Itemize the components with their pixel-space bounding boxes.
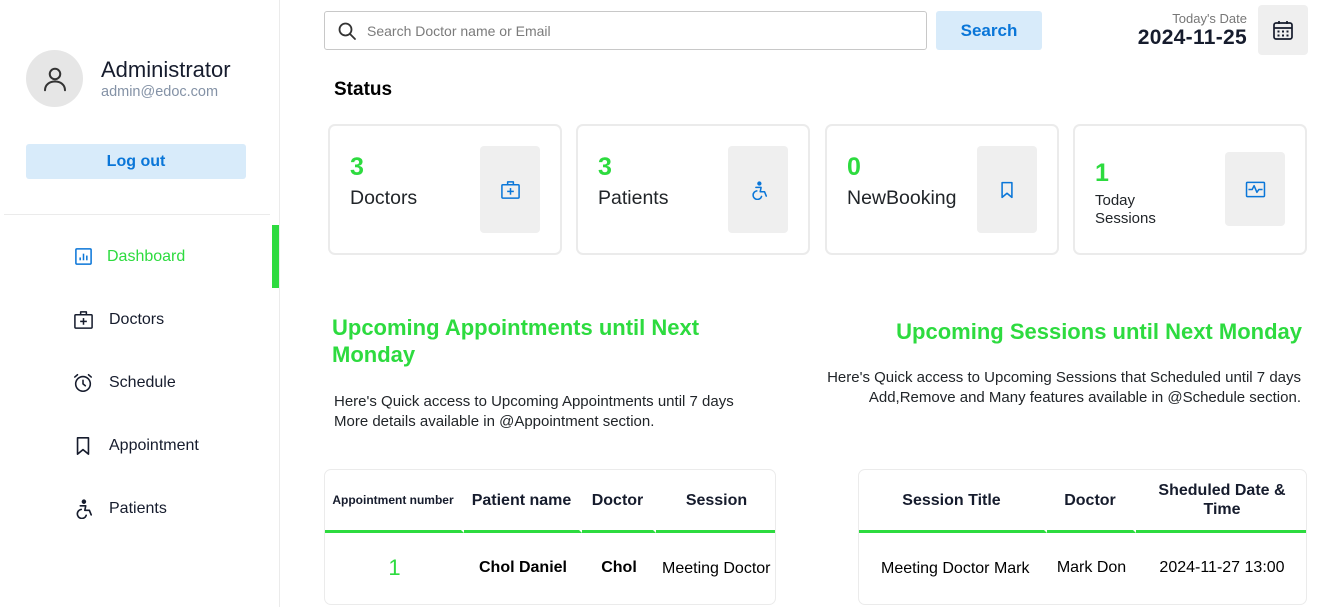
sidebar-item-label: Doctors — [109, 310, 165, 328]
status-label: Today Sessions — [1095, 192, 1156, 227]
column-header: Session Title — [859, 470, 1047, 533]
logout-button[interactable]: Log out — [26, 144, 246, 179]
search-button[interactable]: Search — [936, 11, 1042, 50]
status-card-patients: 3 Patients — [576, 124, 810, 255]
bookmark-icon — [1001, 181, 1013, 198]
avatar — [26, 50, 83, 107]
sessions-heading: Upcoming Sessions until Next Monday — [896, 319, 1302, 344]
dashboard-icon — [72, 246, 94, 268]
appointments-table: Appointment number Patient name Doctor S… — [324, 469, 776, 605]
column-header: Patient name — [464, 470, 582, 533]
profile-email: admin@edoc.com — [101, 83, 219, 100]
sidebar-item-label: Schedule — [109, 373, 176, 391]
sessions-desc-line: Add,Remove and Many features available i… — [868, 389, 1301, 406]
patient-name: Chol Daniel — [478, 559, 567, 576]
status-icon-box — [1225, 152, 1285, 226]
user-icon — [43, 67, 66, 91]
appointment-number: 1 — [388, 555, 401, 580]
status-icon-box — [728, 146, 788, 233]
status-icon-box — [480, 146, 540, 233]
active-indicator — [272, 225, 279, 288]
status-count: 1 — [1095, 159, 1109, 187]
accessibility-icon — [751, 180, 767, 200]
sidebar-item-dashboard[interactable]: Dashboard — [0, 225, 280, 288]
calendar-button[interactable] — [1258, 5, 1308, 55]
medical-bag-icon — [500, 181, 520, 199]
appointments-desc-line: Here's Quick access to Upcoming Appointm… — [334, 393, 734, 410]
sidebar-item-patients[interactable]: Patients — [0, 477, 280, 540]
calendar-icon — [1273, 21, 1293, 40]
sessions-table: Session Title Doctor Sheduled Date & Tim… — [858, 469, 1307, 605]
status-count: 3 — [350, 153, 364, 181]
session-title: Meeting Doctor Mark — [881, 559, 1030, 577]
column-header: Sheduled Date & Time — [1136, 470, 1306, 533]
table-row[interactable]: Meeting Doctor Mark Mark Don 2024-11-27 … — [859, 533, 1306, 603]
sidebar-item-label: Patients — [109, 499, 167, 517]
profile: Administrator admin@edoc.com — [26, 50, 231, 107]
search-input[interactable] — [367, 22, 907, 39]
status-card-newbooking: 0 NewBooking — [825, 124, 1059, 255]
session-name: Meeting Doctor — [662, 559, 771, 577]
status-count: 0 — [847, 153, 861, 181]
status-title: Status — [334, 79, 393, 100]
sidebar: Administrator admin@edoc.com Log out Das… — [0, 0, 280, 607]
medical-bag-icon — [72, 309, 94, 331]
status-label: NewBooking — [847, 187, 957, 209]
today-date-value: 2024-11-25 — [1137, 26, 1247, 49]
sidebar-divider — [4, 214, 270, 215]
scheduled-datetime: 2024-11-27 13:00 — [1159, 559, 1285, 576]
profile-name: Administrator — [101, 56, 231, 82]
status-card-today-sessions: 1 Today Sessions — [1073, 124, 1307, 255]
appointments-heading: Upcoming Appointments until Next Monday — [332, 315, 700, 367]
status-count: 3 — [598, 153, 612, 181]
search-icon — [338, 22, 356, 40]
status-label: Doctors — [350, 187, 418, 209]
accessibility-icon — [72, 498, 94, 520]
table-row[interactable]: 1 Chol Daniel Chol Meeting Doctor — [325, 533, 775, 603]
sidebar-item-doctors[interactable]: Doctors — [0, 288, 280, 351]
status-icon-box — [977, 146, 1037, 233]
search-box[interactable] — [324, 11, 927, 50]
column-header: Session — [656, 470, 775, 533]
sessions-description: Here's Quick access to Upcoming Sessions… — [821, 368, 1301, 408]
sidebar-item-label: Dashboard — [107, 247, 186, 265]
session-monitor-icon — [1245, 181, 1265, 197]
doctor-name: Chol — [601, 559, 637, 576]
column-header: Appointment number — [325, 470, 464, 533]
alarm-clock-icon — [72, 372, 94, 394]
today-date-label: Today's Date — [1172, 11, 1247, 26]
sidebar-item-label: Appointment — [109, 436, 199, 454]
bookmark-icon — [72, 435, 94, 457]
doctor-name: Mark Don — [1056, 559, 1127, 576]
status-card-doctors: 3 Doctors — [328, 124, 562, 255]
sidebar-item-schedule[interactable]: Schedule — [0, 351, 280, 414]
sessions-desc-line: Here's Quick access to Upcoming Sessions… — [827, 369, 1301, 386]
status-label: Patients — [598, 187, 669, 209]
sidebar-item-appointment[interactable]: Appointment — [0, 414, 280, 477]
appointments-description: Here's Quick access to Upcoming Appointm… — [334, 392, 794, 432]
column-header: Doctor — [1047, 470, 1136, 533]
appointments-desc-line: More details available in @Appointment s… — [334, 413, 655, 430]
column-header: Doctor — [582, 470, 656, 533]
